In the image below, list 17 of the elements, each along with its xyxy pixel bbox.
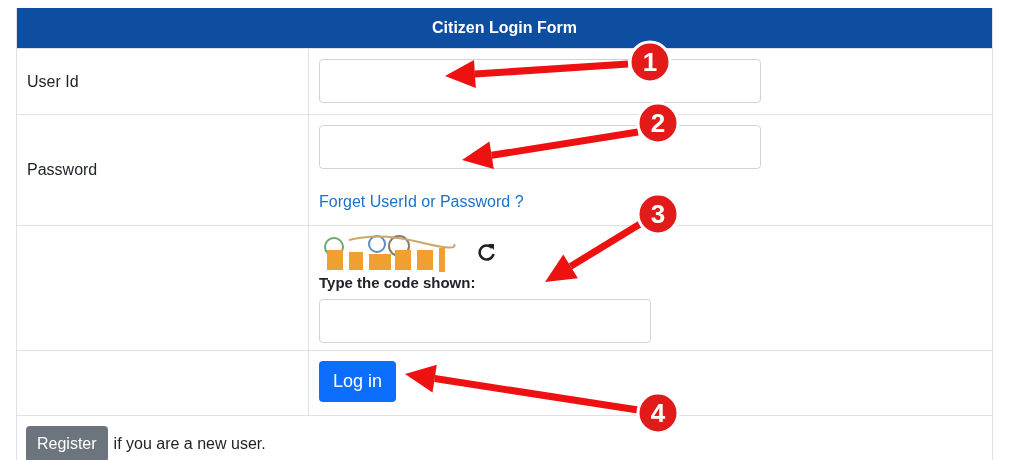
refresh-icon[interactable] [477, 242, 497, 262]
register-text: if you are a new user. [113, 435, 266, 453]
number-badge [636, 391, 680, 435]
step-number: 1 [642, 47, 658, 77]
step-number: 3 [650, 199, 666, 229]
number-badge [636, 192, 680, 236]
login-button[interactable]: Log in [319, 361, 397, 402]
register-button[interactable]: Register [26, 426, 108, 460]
number-badge [636, 101, 680, 145]
field-label: Password [27, 161, 98, 179]
step-number: 2 [650, 108, 666, 138]
step-number: 4 [650, 398, 666, 428]
form-title: Citizen Login Form [17, 8, 992, 48]
forgot-link[interactable]: Forget UserId or Password ? [319, 193, 524, 211]
field-label: User Id [27, 72, 79, 91]
captcha-field[interactable] [319, 299, 651, 343]
field-label: Type the code shown: [319, 274, 476, 291]
